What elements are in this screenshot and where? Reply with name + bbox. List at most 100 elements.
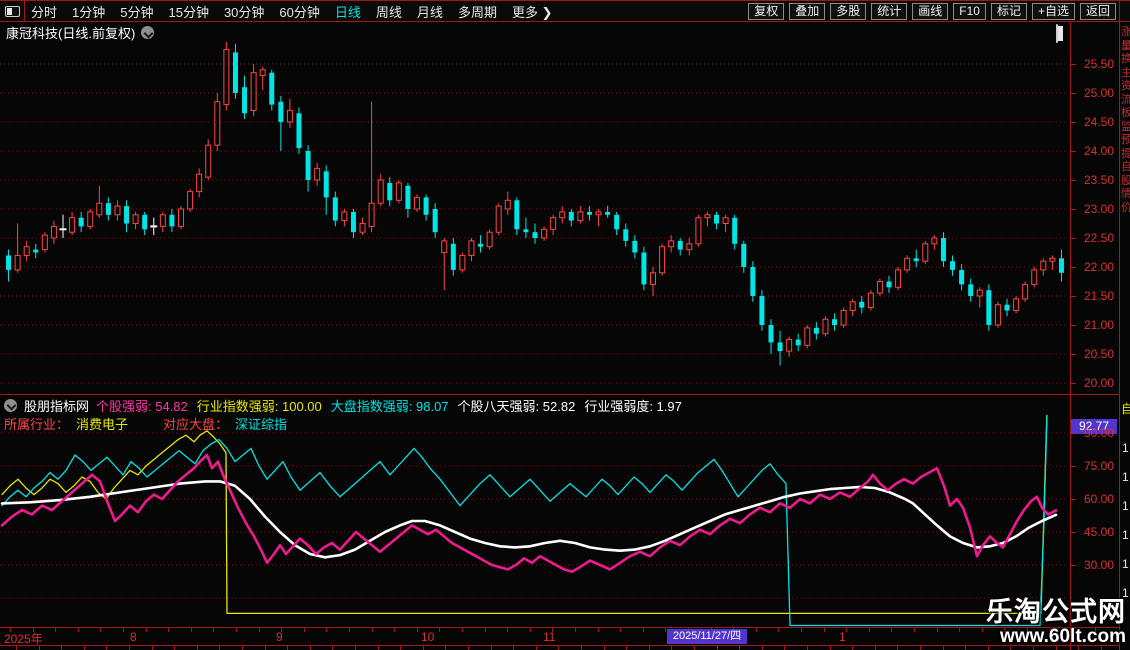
indicator-tick-label: 30.00 (1078, 558, 1114, 572)
date-minor-tick (959, 628, 960, 632)
indicator-tick-label: 75.00 (1078, 459, 1114, 473)
date-minor-tick (129, 646, 130, 650)
truncated-sidebar: 涨幅量比换手主力资金流向板块监控预警提示自选股行情报价 自 111111 (1120, 0, 1130, 650)
indicator-field: 行业指数强弱: 100.00 (197, 399, 322, 414)
date-minor-tick (739, 646, 740, 650)
axis-tick (1070, 565, 1076, 566)
date-minor-tick (39, 646, 40, 650)
date-minor-tick (485, 628, 486, 632)
date-minor-tick (920, 646, 921, 650)
chevron-down-icon[interactable] (141, 26, 154, 39)
period-item-分时[interactable]: 分时 (31, 2, 57, 21)
date-minor-tick (355, 646, 356, 650)
date-minor-tick (784, 646, 785, 650)
period-item-5分钟[interactable]: 5分钟 (120, 2, 153, 21)
date-minor-tick (236, 628, 237, 632)
panel-split-button[interactable] (1056, 25, 1058, 43)
date-minor-tick (332, 646, 333, 650)
industry-value: 消费电子 (76, 414, 128, 433)
price-tick-label: 23.00 (1078, 202, 1114, 216)
date-minor-tick (891, 628, 892, 632)
toolbar-button-叠加[interactable]: 叠加 (789, 3, 825, 20)
toolbar-button-多股[interactable]: 多股 (830, 3, 866, 20)
date-minor-tick (937, 628, 938, 632)
period-item-60分钟[interactable]: 60分钟 (279, 2, 319, 21)
date-minor-tick (106, 646, 107, 650)
date-minor-tick (965, 646, 966, 650)
industry-value: 深证综指 (235, 414, 287, 433)
toolbar-button-画线[interactable]: 画线 (912, 3, 948, 20)
period-item-1分钟[interactable]: 1分钟 (72, 2, 105, 21)
axis-tick (1070, 238, 1076, 239)
date-minor-tick (378, 646, 379, 650)
indicator-field: 大盘指数强弱: 98.07 (331, 399, 449, 414)
date-minor-tick (174, 646, 175, 650)
toolbar-button-F10[interactable]: F10 (953, 3, 986, 20)
date-minor-tick (55, 628, 56, 632)
date-minor-tick (417, 628, 418, 632)
date-minor-tick (16, 646, 17, 650)
date-minor-tick (778, 628, 779, 632)
date-minor-tick (265, 646, 266, 650)
date-minor-tick (830, 646, 831, 650)
date-minor-tick (620, 628, 621, 632)
period-menu: 分时 1分钟 5分钟 15分钟 30分钟 60分钟日线周线月线多周期更多 ❯ (31, 1, 552, 21)
axis-tick (1070, 433, 1076, 434)
date-minor-tick (581, 646, 582, 650)
toolbar-button-+自选[interactable]: +自选 (1032, 3, 1075, 20)
date-minor-tick (846, 628, 847, 632)
period-item-15分钟[interactable]: 15分钟 (168, 2, 208, 21)
toolbar-button-标记[interactable]: 标记 (991, 3, 1027, 20)
industry-label: 对应大盘： (163, 414, 228, 433)
price-tick-label: 25.00 (1078, 86, 1114, 100)
date-minor-tick (530, 628, 531, 632)
date-minor-tick (852, 646, 853, 650)
date-minor-tick (326, 628, 327, 632)
series-个股八天强弱 (2, 481, 1056, 557)
stock-app-window: { "colors": { "frame_red": "#a31717", "g… (0, 0, 1130, 650)
date-minor-tick (287, 646, 288, 650)
toolbar-button-复权[interactable]: 复权 (748, 3, 784, 20)
date-minor-tick (439, 628, 440, 632)
price-tick-label: 21.00 (1078, 318, 1114, 332)
date-minor-tick (468, 646, 469, 650)
date-minor-tick (372, 628, 373, 632)
date-minor-tick (626, 646, 627, 650)
date-axis[interactable]: 2025年89101112025/11/27/四 (0, 627, 1119, 645)
date-minor-tick (168, 628, 169, 632)
period-item-多周期[interactable]: 多周期 (458, 2, 497, 21)
candlestick-chart[interactable] (0, 42, 1070, 394)
period-item-30分钟[interactable]: 30分钟 (224, 2, 264, 21)
top-toolbar: 分时 1分钟 5分钟 15分钟 30分钟 60分钟日线周线月线多周期更多 ❯ 复权叠加多股… (0, 0, 1130, 22)
date-minor-tick (84, 646, 85, 650)
axis-tick (1070, 466, 1076, 467)
chevron-down-icon[interactable] (4, 399, 17, 412)
price-axis: 92.77 25.5025.0024.5024.0023.5023.0022.5… (1070, 0, 1119, 650)
date-minor-tick (869, 628, 870, 632)
series-个股强弱 (2, 455, 1056, 572)
price-tick-label: 20.00 (1078, 376, 1114, 390)
date-minor-tick (801, 628, 802, 632)
title-row: 康冠科技(日线.前复权) (6, 24, 154, 41)
date-minor-tick (259, 628, 260, 632)
axis-tick (1070, 267, 1076, 268)
period-item-日线[interactable]: 日线 (335, 2, 361, 21)
period-item-月线[interactable]: 月线 (417, 2, 443, 21)
date-minor-tick (445, 646, 446, 650)
industry-row: 所属行业：消费电子对应大盘：深证综指 (4, 415, 287, 431)
date-minor-tick (897, 646, 898, 650)
toolbar-button-统计[interactable]: 统计 (871, 3, 907, 20)
layout-toggle-button[interactable] (0, 1, 25, 21)
date-minor-tick (394, 628, 395, 632)
axis-tick (1070, 209, 1076, 210)
indicator-chart[interactable] (0, 415, 1070, 627)
period-item-更多 ❯[interactable]: 更多 ❯ (512, 2, 553, 21)
axis-tick (1070, 499, 1076, 500)
date-minor-tick (875, 646, 876, 650)
period-item-周线[interactable]: 周线 (376, 2, 402, 21)
date-minor-tick (146, 628, 147, 632)
date-minor-tick (191, 628, 192, 632)
date-minor-tick (242, 646, 243, 650)
date-axis-lower (0, 645, 1119, 650)
date-minor-tick (717, 646, 718, 650)
